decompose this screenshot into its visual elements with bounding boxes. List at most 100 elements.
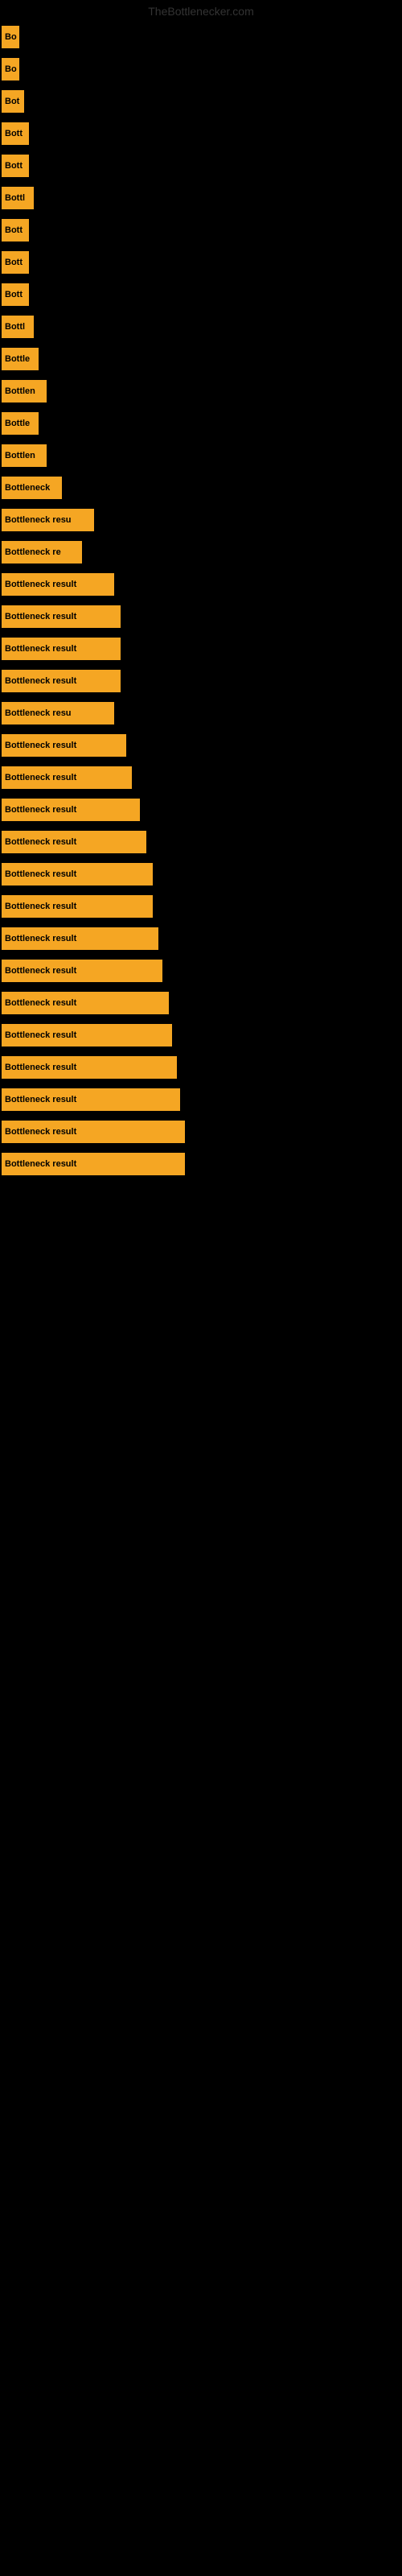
bar-32: Bottleneck result (2, 1024, 172, 1046)
bar-label-33: Bottleneck result (5, 1063, 76, 1072)
bar-row: Bottleneck result (0, 1148, 402, 1180)
bar-label-12: Bottlen (5, 386, 35, 396)
bar-1: Bo (2, 26, 19, 48)
bar-25: Bottleneck result (2, 799, 140, 821)
bars-container: Bo Bo Bot Bott Bott Bottl Bott Bott Bott Bottl Bot… (0, 21, 402, 1180)
bar-row: Bottleneck result (0, 923, 402, 955)
site-title: TheBottlenecker.com (0, 0, 402, 21)
bar-row: Bottleneck result (0, 729, 402, 762)
bar-13: Bottle (2, 412, 39, 435)
bar-row: Bottleneck result (0, 955, 402, 987)
bar-27: Bottleneck result (2, 863, 153, 886)
bar-row: Bottleneck result (0, 1116, 402, 1148)
bar-4: Bott (2, 122, 29, 145)
bar-label-19: Bottleneck result (5, 612, 76, 621)
bar-row: Bottleneck result (0, 1019, 402, 1051)
bar-label-29: Bottleneck result (5, 934, 76, 943)
bar-label-32: Bottleneck result (5, 1030, 76, 1040)
bar-label-11: Bottle (5, 354, 30, 364)
bar-19: Bottleneck result (2, 605, 121, 628)
bar-34: Bottleneck result (2, 1088, 180, 1111)
bar-16: Bottleneck resu (2, 509, 94, 531)
bar-row: Bottleneck result (0, 987, 402, 1019)
bar-28: Bottleneck result (2, 895, 153, 918)
bar-label-25: Bottleneck result (5, 805, 76, 815)
bar-row: Bo (0, 53, 402, 85)
bar-label-17: Bottleneck re (5, 547, 61, 557)
bar-label-16: Bottleneck resu (5, 515, 72, 525)
bar-29: Bottleneck result (2, 927, 158, 950)
bar-18: Bottleneck result (2, 573, 114, 596)
bar-11: Bottle (2, 348, 39, 370)
bar-9: Bott (2, 283, 29, 306)
bar-17: Bottleneck re (2, 541, 82, 564)
bar-26: Bottleneck result (2, 831, 146, 853)
bar-row: Bott (0, 246, 402, 279)
bar-label-5: Bott (5, 161, 23, 171)
bar-label-21: Bottleneck result (5, 676, 76, 686)
bar-10: Bottl (2, 316, 34, 338)
bar-row: Bottleneck result (0, 1084, 402, 1116)
bar-31: Bottleneck result (2, 992, 169, 1014)
bar-23: Bottleneck result (2, 734, 126, 757)
bar-12: Bottlen (2, 380, 47, 402)
bar-15: Bottleneck (2, 477, 62, 499)
bar-label-28: Bottleneck result (5, 902, 76, 911)
bar-36: Bottleneck result (2, 1153, 185, 1175)
bar-row: Bottleneck result (0, 826, 402, 858)
bar-33: Bottleneck result (2, 1056, 177, 1079)
bar-label-18: Bottleneck result (5, 580, 76, 589)
bar-label-9: Bott (5, 290, 23, 299)
bar-label-4: Bott (5, 129, 23, 138)
bar-label-23: Bottleneck result (5, 741, 76, 750)
bar-label-36: Bottleneck result (5, 1159, 76, 1169)
bar-label-8: Bott (5, 258, 23, 267)
bar-label-7: Bott (5, 225, 23, 235)
bar-row: Bottleneck result (0, 601, 402, 633)
bar-row: Bottleneck result (0, 762, 402, 794)
bar-row: Bottleneck result (0, 665, 402, 697)
bar-row: Bottleneck result (0, 633, 402, 665)
bar-row: Bottleneck (0, 472, 402, 504)
bar-row: Bottleneck re (0, 536, 402, 568)
bar-label-22: Bottleneck resu (5, 708, 72, 718)
bar-label-13: Bottle (5, 419, 30, 428)
bar-label-10: Bottl (5, 322, 25, 332)
bar-row: Bott (0, 214, 402, 246)
bar-24: Bottleneck result (2, 766, 132, 789)
bar-row: Bottleneck resu (0, 504, 402, 536)
bar-label-6: Bottl (5, 193, 25, 203)
bar-row: Bottle (0, 343, 402, 375)
bar-row: Bottleneck result (0, 858, 402, 890)
bar-label-20: Bottleneck result (5, 644, 76, 654)
bar-20: Bottleneck result (2, 638, 121, 660)
bar-2: Bo (2, 58, 19, 80)
bar-row: Bo (0, 21, 402, 53)
bar-7: Bott (2, 219, 29, 242)
bar-row: Bottl (0, 182, 402, 214)
bar-6: Bottl (2, 187, 34, 209)
bar-label-26: Bottleneck result (5, 837, 76, 847)
bar-label-34: Bottleneck result (5, 1095, 76, 1104)
bar-label-14: Bottlen (5, 451, 35, 460)
bar-30: Bottleneck result (2, 960, 162, 982)
bar-row: Bottleneck result (0, 794, 402, 826)
bar-35: Bottleneck result (2, 1121, 185, 1143)
bar-row: Bottl (0, 311, 402, 343)
bar-label-27: Bottleneck result (5, 869, 76, 879)
bar-row: Bottleneck result (0, 890, 402, 923)
bar-row: Bottleneck result (0, 1051, 402, 1084)
bar-row: Bottlen (0, 375, 402, 407)
bar-5: Bott (2, 155, 29, 177)
bar-row: Bott (0, 150, 402, 182)
bar-label-31: Bottleneck result (5, 998, 76, 1008)
bar-row: Bot (0, 85, 402, 118)
bar-22: Bottleneck resu (2, 702, 114, 724)
bar-row: Bottleneck result (0, 568, 402, 601)
bar-row: Bottle (0, 407, 402, 440)
bar-label-3: Bot (5, 97, 19, 106)
bar-label-1: Bo (5, 32, 17, 42)
bar-row: Bott (0, 118, 402, 150)
bar-21: Bottleneck result (2, 670, 121, 692)
bar-label-24: Bottleneck result (5, 773, 76, 782)
